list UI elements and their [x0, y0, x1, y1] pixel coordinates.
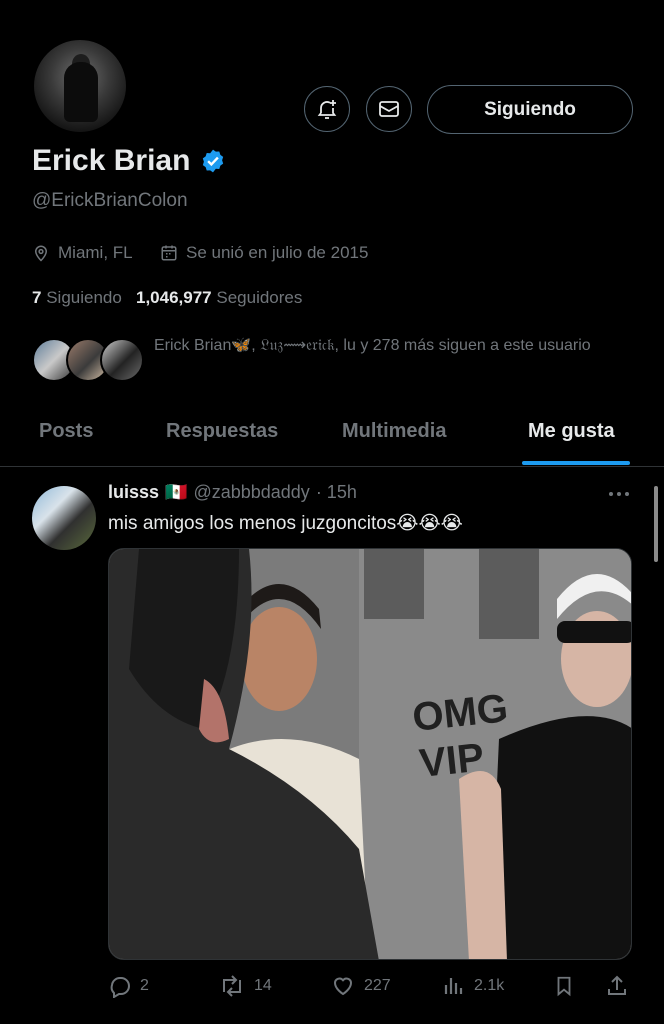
like-count: 227	[364, 977, 391, 994]
verified-badge-icon	[203, 149, 224, 173]
followers-label: Seguidores	[216, 288, 303, 307]
tab-posts[interactable]: Posts	[39, 420, 93, 443]
share-button[interactable]	[605, 974, 629, 998]
scrollbar[interactable]	[654, 486, 658, 562]
image-overlay-text-2: VIP	[417, 735, 486, 785]
following-label: Siguiendo	[46, 288, 122, 307]
follow-counts: 7 Siguiendo 1,046,977 Seguidores	[32, 288, 302, 308]
joined-row: Se unió en julio de 2015	[160, 243, 368, 263]
profile-name-row: Erick Brian	[32, 144, 226, 178]
post-more-button[interactable]	[606, 484, 632, 509]
following-link[interactable]: 7 Siguiendo	[32, 288, 122, 307]
message-button[interactable]	[366, 86, 412, 132]
post-header: luisss 🇲🇽 @zabbbdaddy · 15h	[108, 482, 357, 503]
tab-media[interactable]: Multimedia	[342, 420, 446, 443]
more-icon	[609, 492, 629, 496]
location-icon	[34, 245, 48, 262]
location-row: Miami, FL	[32, 243, 133, 263]
post-text: mis amigos los menos juzgoncitos😭😭😭	[108, 513, 463, 534]
profile-tabs: Posts Respuestas Multimedia Me gusta	[0, 410, 664, 467]
post-author-avatar[interactable]	[32, 486, 96, 550]
tab-likes[interactable]: Me gusta	[528, 420, 615, 443]
notify-button[interactable]	[304, 86, 350, 132]
profile-avatar[interactable]	[32, 38, 128, 134]
tab-replies[interactable]: Respuestas	[166, 420, 278, 443]
profile-name: Erick Brian	[32, 144, 191, 177]
location-text: Miami, FL	[58, 243, 133, 262]
reply-count: 2	[140, 977, 149, 994]
mail-icon	[379, 101, 399, 117]
mutual-followers-avatars[interactable]	[32, 338, 144, 384]
share-icon	[608, 975, 626, 995]
repost-button[interactable]: 14	[218, 974, 272, 998]
views-button[interactable]: 2.1k	[442, 974, 504, 998]
followers-count: 1,046,977	[136, 288, 212, 307]
following-button[interactable]: Siguiendo	[427, 85, 633, 134]
post-author-flag: 🇲🇽	[165, 482, 188, 502]
repost-icon	[223, 975, 241, 997]
like-button[interactable]: 227	[330, 974, 391, 998]
calendar-icon	[161, 245, 177, 261]
bell-plus-icon	[317, 100, 337, 119]
bookmark-icon	[557, 976, 571, 997]
post-author-handle[interactable]: @zabbbdaddy	[193, 482, 309, 503]
joined-text: Se unió en julio de 2015	[186, 243, 369, 262]
views-count: 2.1k	[474, 977, 505, 994]
views-icon	[444, 978, 463, 994]
followed-by-text[interactable]: Erick Brian🦋, 𝔏𝔲𝔷⟿𝔢𝔯𝔦𝔠𝔨, lu y 278 más si…	[154, 330, 624, 362]
repost-count: 14	[254, 977, 272, 994]
reply-icon	[110, 976, 130, 998]
reply-button[interactable]: 2	[108, 974, 149, 998]
followers-link[interactable]: 1,046,977 Seguidores	[136, 288, 302, 307]
like-icon	[333, 977, 353, 996]
post-time[interactable]: · 15h	[316, 482, 357, 503]
active-tab-indicator	[522, 461, 630, 465]
post-author-name[interactable]: luisss	[108, 482, 159, 503]
mutual-avatar	[100, 338, 144, 382]
post-photo-illustration: OMG VIP	[109, 549, 631, 959]
post-image[interactable]: OMG VIP	[108, 548, 632, 960]
profile-handle: @ErickBrianColon	[32, 190, 188, 211]
bookmark-button[interactable]	[553, 974, 575, 998]
following-count: 7	[32, 288, 42, 307]
